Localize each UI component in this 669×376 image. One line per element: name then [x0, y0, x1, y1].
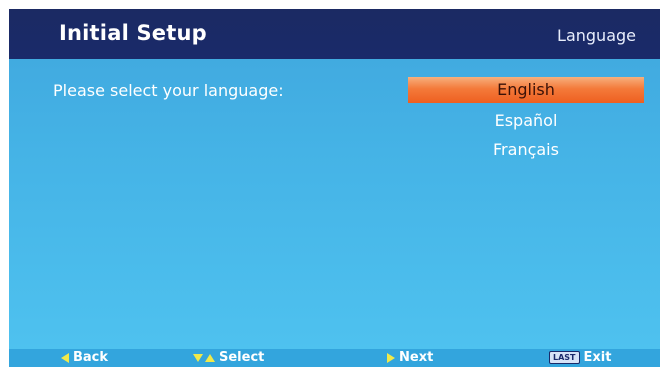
next-button[interactable]: Next: [387, 349, 433, 367]
section-label: Language: [557, 26, 636, 45]
next-label: Next: [399, 350, 434, 365]
arrow-up-icon: [205, 353, 215, 362]
arrow-down-icon: [193, 353, 203, 362]
setup-screen: Initial Setup Language Please select you…: [9, 9, 660, 367]
select-label: Select: [219, 350, 265, 365]
arrow-right-icon: [387, 352, 395, 363]
footer-bar: Back Select Next LAST Exit: [9, 349, 660, 367]
arrow-left-icon: [61, 352, 69, 363]
language-option-espanol[interactable]: Español: [408, 106, 644, 135]
last-key-icon: LAST: [549, 351, 580, 364]
language-list: English Español Français: [408, 77, 644, 164]
back-button[interactable]: Back: [61, 349, 108, 367]
page-title: Initial Setup: [59, 21, 207, 45]
language-prompt: Please select your language:: [53, 81, 284, 100]
language-option-francais[interactable]: Français: [408, 135, 644, 164]
back-label: Back: [73, 350, 109, 365]
exit-label: Exit: [583, 350, 612, 365]
language-option-english[interactable]: English: [408, 77, 644, 103]
select-button[interactable]: Select: [193, 349, 264, 367]
header-bar: Initial Setup Language: [9, 9, 660, 59]
exit-button[interactable]: LAST Exit: [549, 349, 611, 367]
